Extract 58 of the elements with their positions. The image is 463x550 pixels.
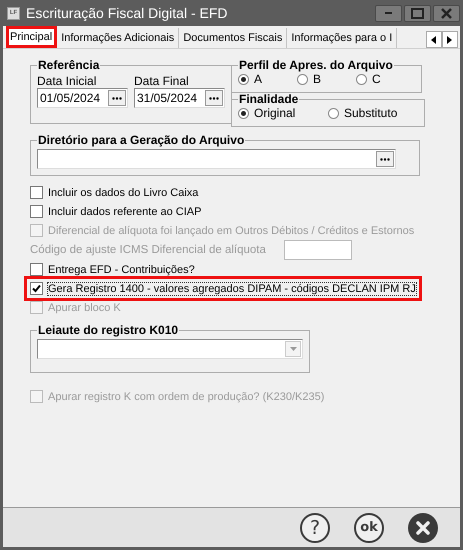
radio-label: C — [372, 72, 381, 86]
checkmark-icon — [32, 284, 41, 293]
tab[interactable]: Principal — [6, 26, 58, 48]
group-title: Referência — [37, 58, 100, 72]
checkbox-label: Apurar registro K com ordem de produção? (K230/K235) — [48, 390, 324, 402]
ellipsis-icon — [380, 158, 390, 160]
cancel-icon — [416, 520, 430, 534]
browse-button[interactable] — [205, 90, 223, 106]
caret-icon — [290, 347, 296, 351]
group-title: Diretório para a Geração do Arquivo — [37, 133, 246, 147]
group-title: Leiaute do registro K010 — [37, 323, 180, 337]
checkbox[interactable] — [30, 263, 43, 276]
checkbox[interactable] — [30, 282, 43, 295]
checkbox-label: Incluir dados referente ao CIAP — [48, 206, 202, 218]
group-title: Perfil de Apres. do Arquivo — [238, 58, 394, 72]
right-arrow-icon — [447, 36, 453, 44]
window-title: Escrituração Fiscal Digital - EFD — [26, 5, 228, 21]
ok-button[interactable]: ok — [354, 512, 384, 542]
maximize-icon — [411, 8, 424, 18]
ellipsis-icon — [112, 96, 122, 100]
radio-label: Substituto — [344, 106, 398, 120]
maximize-button[interactable] — [404, 4, 431, 22]
checkbox[interactable] — [30, 186, 43, 199]
checkbox-label: Incluir os dados do Livro Caixa — [48, 186, 198, 198]
date-field[interactable]: 31/05/2024 — [134, 88, 225, 108]
group-title: Finalidade — [238, 92, 300, 106]
radio-label: Original — [254, 106, 296, 120]
field-label: Data Final — [134, 74, 190, 88]
ellipsis-icon — [209, 96, 219, 100]
close-icon — [440, 8, 453, 18]
input-field[interactable] — [284, 240, 352, 260]
radio-label: A — [254, 72, 262, 86]
scroll-left-button[interactable] — [426, 31, 442, 48]
radio-label: B — [313, 72, 322, 86]
dropdown[interactable] — [37, 339, 303, 359]
close-button[interactable] — [433, 4, 460, 22]
radio-button[interactable] — [238, 108, 249, 118]
checkbox-label: Entrega EFD - Contribuições? — [48, 264, 195, 276]
radio-button[interactable] — [328, 108, 339, 118]
field-label: Data Inicial — [37, 74, 98, 88]
browse-button[interactable] — [108, 90, 126, 106]
left-arrow-icon — [431, 36, 437, 44]
radio-button[interactable] — [297, 74, 308, 84]
minimize-button[interactable] — [375, 4, 402, 22]
minimize-icon — [385, 12, 392, 14]
browse-button[interactable] — [376, 151, 394, 167]
scroll-right-button[interactable] — [442, 31, 458, 48]
help-button[interactable]: ? — [300, 512, 330, 542]
directory-field[interactable] — [37, 149, 396, 169]
checkbox[interactable] — [30, 205, 43, 218]
checkbox-label: Apurar bloco K — [48, 302, 121, 314]
date-field[interactable]: 01/05/2024 — [37, 88, 128, 108]
radio-button[interactable] — [238, 74, 249, 84]
field-label: Código de ajuste ICMS Diferencial de alíquota — [30, 244, 266, 256]
checkbox-label: Diferencial de alíquota foi lançado em Outros Débitos / Créditos e Estornos — [48, 224, 414, 236]
radio-button[interactable] — [356, 74, 367, 84]
checkbox-label: Gera Registro 1400 - valores agregados DIPAM - códigos DECLAN IPM RJ — [48, 282, 416, 294]
cancel-button[interactable] — [408, 512, 438, 542]
